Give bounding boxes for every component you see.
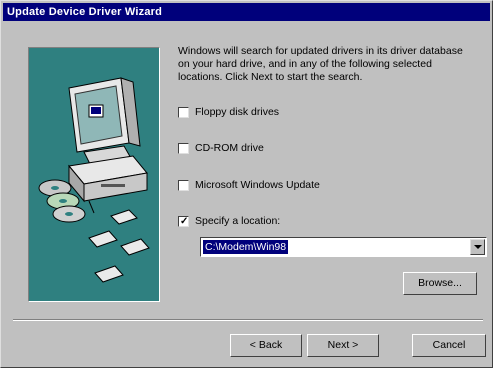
title-bar[interactable]: Update Device Driver Wizard [3,3,490,21]
location-value: C:\Modem\Win98 [203,240,289,254]
option-specify-location[interactable]: ✓ Specify a location: [178,214,280,228]
window-title: Update Device Driver Wizard [7,6,163,18]
cdrom-checkbox[interactable] [178,142,189,154]
wizard-illustration [28,47,160,302]
cancel-button[interactable]: Cancel [412,334,486,357]
floppy-label: Floppy disk drives [195,106,280,118]
specify-location-checkbox[interactable]: ✓ [178,215,189,227]
separator [13,319,483,321]
windows-update-checkbox[interactable] [178,179,189,191]
location-combobox[interactable]: C:\Modem\Win98 [200,237,487,257]
windows-update-label: Microsoft Windows Update [195,179,320,191]
option-windows-update[interactable]: Microsoft Windows Update [178,178,320,192]
option-cdrom[interactable]: CD-ROM drive [178,141,264,155]
intro-text: Windows will search for updated drivers … [178,45,463,83]
monitor-icon [68,77,141,167]
wizard-window: Update Device Driver Wizard Windows will… [0,0,493,368]
computer-and-disks-illustration [38,77,150,283]
next-button[interactable]: Next > [307,334,379,357]
option-floppy[interactable]: Floppy disk drives [178,105,279,119]
back-button[interactable]: < Back [230,334,302,357]
checkmark-icon: ✓ [180,215,189,227]
system-unit-icon [68,155,148,203]
browse-button[interactable]: Browse... [403,272,477,295]
cdrom-label: CD-ROM drive [195,142,264,154]
specify-location-label: Specify a location: [195,215,281,227]
floppy-checkbox[interactable] [178,106,189,118]
floppy-disks-icon [88,209,150,283]
dropdown-arrow-icon[interactable] [470,239,485,255]
